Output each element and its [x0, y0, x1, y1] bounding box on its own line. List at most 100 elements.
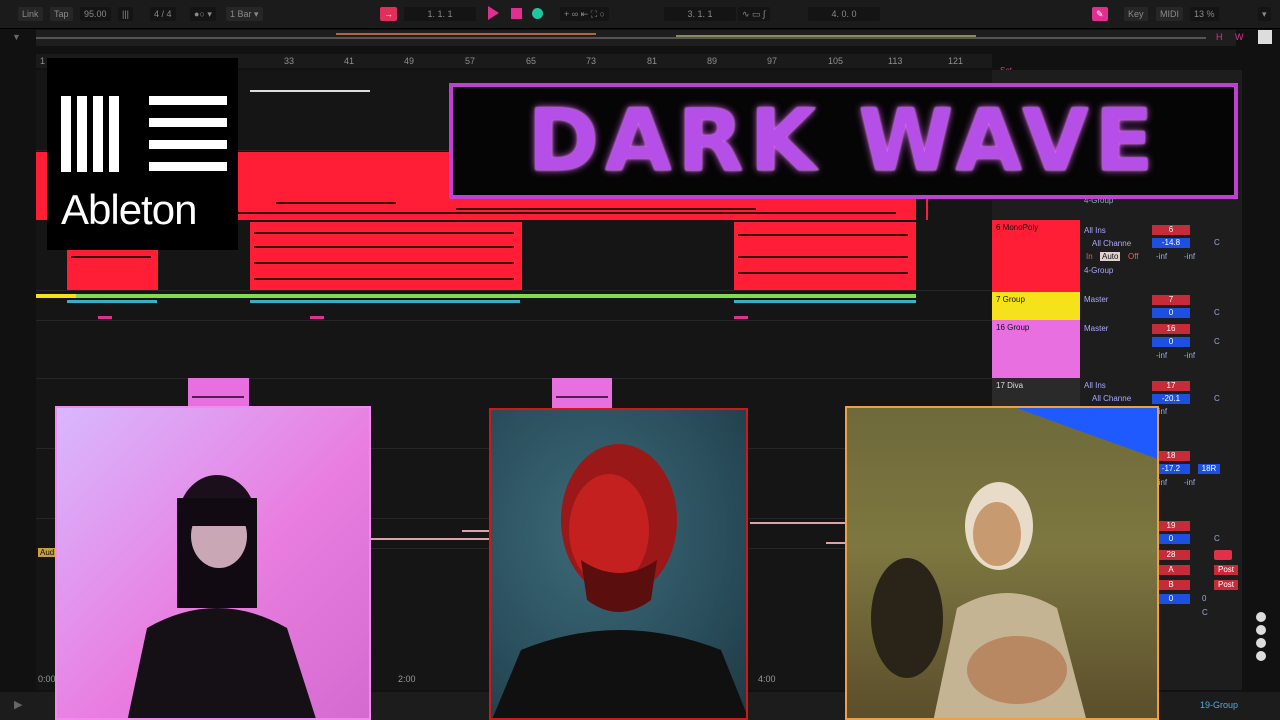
output-routing[interactable]: Master — [1084, 324, 1108, 333]
output-routing[interactable]: Master — [1084, 295, 1108, 304]
track-activator[interactable]: 7 — [1152, 295, 1190, 305]
volume-field[interactable]: 0 — [1152, 308, 1190, 318]
peak-right: -inf — [1184, 478, 1196, 487]
logo-text: Ableton — [61, 186, 197, 233]
midi-clip[interactable] — [734, 222, 916, 290]
loop-start-field[interactable]: 3. 1. 1 — [664, 7, 736, 21]
view-selector-icons[interactable] — [1256, 612, 1266, 664]
bar-number: 57 — [465, 56, 476, 66]
metronome-icon[interactable]: ||| — [118, 7, 134, 21]
track-name: 7 Group — [996, 295, 1025, 304]
input-type[interactable]: All Ins — [1084, 381, 1106, 390]
pan-field[interactable]: C — [1214, 534, 1220, 543]
pan-field[interactable]: C — [1214, 337, 1220, 346]
tempo-field[interactable]: 95.00 — [80, 7, 111, 21]
midi-clip[interactable] — [188, 378, 249, 408]
output-routing[interactable]: 4-Group — [1084, 266, 1113, 275]
pencil-icon[interactable]: ✎ — [1092, 7, 1108, 21]
position-field[interactable]: 1. 1. 1 — [404, 7, 476, 21]
track-header-7-group[interactable]: 7 Group — [992, 292, 1080, 320]
track-name: 17 Diva — [996, 381, 1024, 390]
peak-right: -inf — [1184, 252, 1196, 261]
arrangement-overview[interactable]: H W — [36, 30, 1244, 46]
monitor-auto[interactable]: Auto — [1100, 252, 1121, 261]
time-label: 4:00 — [758, 674, 776, 684]
track-lane[interactable] — [36, 320, 992, 379]
pan-field[interactable]: 18R — [1198, 464, 1220, 474]
artist-photo-2 — [489, 408, 748, 720]
person-silhouette-icon — [871, 408, 1157, 718]
play-icon[interactable] — [488, 6, 499, 20]
volume-field[interactable]: -14.8 — [1152, 238, 1190, 248]
audio-clip-label[interactable]: Aud — [38, 548, 57, 557]
input-channel[interactable]: All Channe — [1092, 394, 1131, 403]
track-activator[interactable]: 6 — [1152, 225, 1190, 235]
bar-number: 97 — [767, 56, 778, 66]
loop-length-field[interactable]: 4. 0. 0 — [808, 7, 880, 21]
pan-field[interactable]: C — [1214, 308, 1220, 317]
pan-field[interactable]: C — [1214, 394, 1220, 403]
quantize-menu[interactable]: 1 Bar ▾ — [226, 7, 263, 21]
bar-number: 65 — [526, 56, 537, 66]
send-mode-button[interactable]: Post — [1214, 565, 1238, 575]
bar-number: 41 — [344, 56, 355, 66]
person-silhouette-icon — [492, 444, 746, 718]
monitor-in[interactable]: In — [1086, 252, 1093, 261]
peak-left: -inf — [1156, 252, 1168, 261]
transport-toolbar: Link Tap 95.00 ||| 4 / 4 ●○ ▾ 1 Bar ▾ → … — [0, 0, 1280, 29]
view-toggle-icon[interactable] — [1258, 30, 1272, 44]
bar-number: 105 — [828, 56, 844, 66]
overdub-icon[interactable]: + ∞ ⇤ ⛶ ○ — [560, 7, 609, 21]
midi-map-button[interactable]: MIDI — [1156, 7, 1183, 21]
track-header-monopoly[interactable]: 6 MonoPoly — [992, 220, 1080, 292]
tap-button[interactable]: Tap — [50, 7, 73, 21]
track-header-16-group[interactable]: 16 Group — [992, 320, 1080, 378]
title-text: DARK WAVE — [527, 91, 1160, 191]
input-type[interactable]: All Ins — [1084, 226, 1106, 235]
loop-icons[interactable]: ∿ ▭ ∫ — [738, 7, 770, 21]
collapse-icon[interactable]: ▼ — [12, 32, 21, 42]
monitor-off[interactable]: Off — [1128, 252, 1139, 261]
key-map-button[interactable]: Key — [1124, 7, 1148, 21]
group-overview-strip — [36, 294, 916, 298]
cpu-meter: 13 % — [1190, 7, 1219, 21]
volume-field[interactable]: 0 — [1152, 337, 1190, 347]
bar-number: 33 — [284, 56, 295, 66]
h-toggle[interactable]: H — [1216, 32, 1223, 42]
track-name: 6 MonoPoly — [996, 223, 1039, 232]
cpu-dropdown-icon[interactable]: ▾ — [1258, 7, 1271, 21]
volume-field[interactable]: -20.1 — [1152, 394, 1190, 404]
master-pan-center[interactable]: C — [1202, 608, 1208, 617]
quantize-label: 1 Bar — [230, 9, 252, 19]
bar-number: 73 — [586, 56, 597, 66]
person-silhouette-icon — [127, 475, 316, 718]
track-name: 16 Group — [996, 323, 1030, 332]
selected-track-label: 19-Group — [1200, 700, 1239, 710]
peak-left: -inf — [1156, 351, 1168, 360]
play-icon[interactable]: ▶ — [14, 698, 22, 711]
follow-button[interactable]: → — [380, 7, 397, 21]
bar-number: 49 — [404, 56, 415, 66]
link-button[interactable]: Link — [18, 7, 43, 21]
track-activator[interactable]: 16 — [1152, 324, 1190, 334]
pan-field[interactable]: C — [1214, 238, 1220, 247]
record-icon[interactable] — [532, 8, 543, 19]
input-channel[interactable]: All Channe — [1092, 239, 1131, 248]
artist-photo-3 — [845, 406, 1159, 720]
arm-button[interactable] — [1214, 550, 1232, 560]
bar-number: 89 — [707, 56, 718, 66]
time-label: 0:00 — [38, 674, 56, 684]
track-header-diva[interactable]: 17 Diva — [992, 378, 1080, 408]
time-label: 2:00 — [398, 674, 416, 684]
stop-icon[interactable] — [511, 8, 522, 19]
metronome-toggle-icon[interactable]: ●○ ▾ — [190, 7, 216, 21]
midi-clip[interactable] — [552, 378, 612, 408]
send-mode-button[interactable]: Post — [1214, 580, 1238, 590]
title-banner: DARK WAVE — [449, 83, 1238, 199]
master-pan-field[interactable]: 0 — [1202, 594, 1206, 603]
time-signature-field[interactable]: 4 / 4 — [150, 7, 176, 21]
w-toggle[interactable]: W — [1235, 32, 1244, 42]
track-activator[interactable]: 17 — [1152, 381, 1190, 391]
bar-number: 113 — [888, 56, 903, 66]
midi-clip[interactable] — [250, 222, 522, 290]
